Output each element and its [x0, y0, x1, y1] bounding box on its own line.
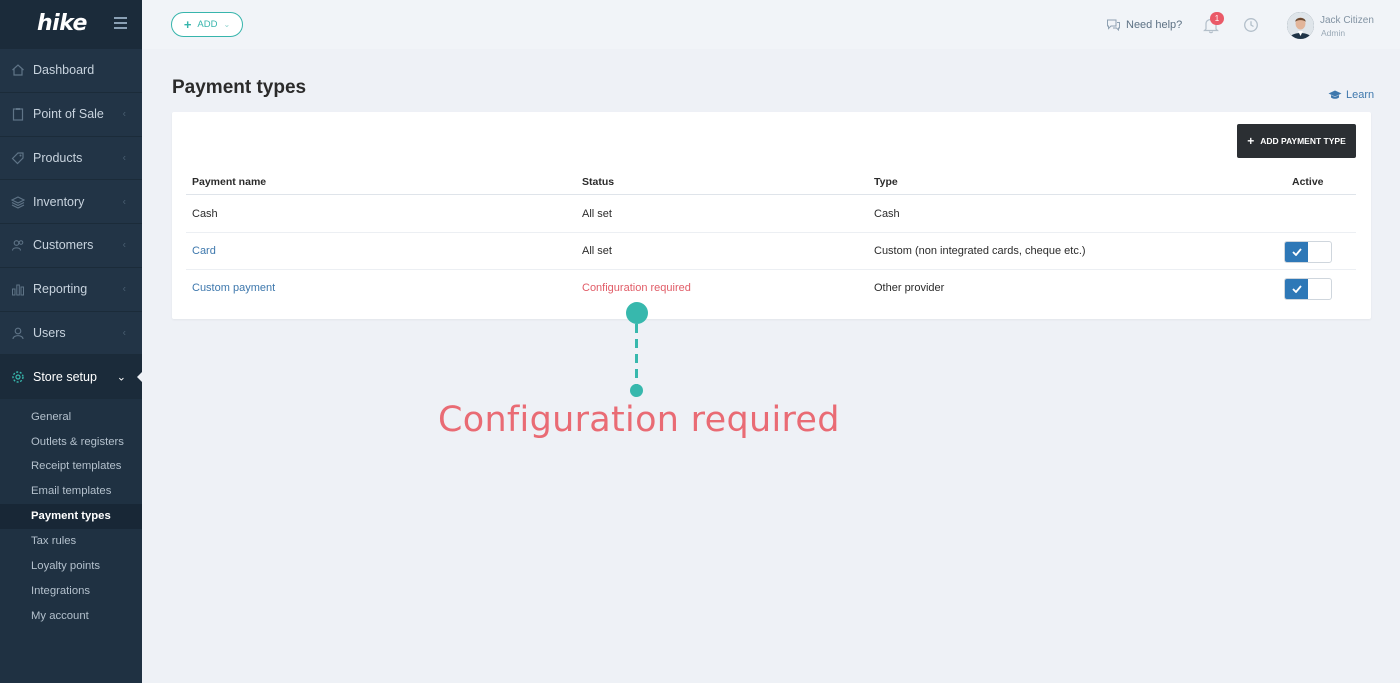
- add-dropdown-button[interactable]: + ADD ⌄: [171, 12, 243, 37]
- subnav-item-loyalty-points[interactable]: Loyalty points: [0, 554, 142, 579]
- sidebar-item-label: Customers: [33, 238, 94, 253]
- sidebar-item-reporting[interactable]: Reporting ‹: [0, 267, 142, 312]
- sidebar-item-label: Point of Sale: [33, 107, 104, 122]
- check-icon: [1285, 242, 1308, 262]
- chevron-down-icon: ⌄: [116, 371, 126, 384]
- chevron-down-icon: ⌄: [223, 20, 231, 29]
- annotation-dot: [626, 302, 648, 324]
- subnav-item-receipt-templates[interactable]: Receipt templates: [0, 454, 142, 479]
- annotation-end-dot: [630, 384, 643, 397]
- sidebar-item-point-of-sale[interactable]: Point of Sale ‹: [0, 92, 142, 137]
- payment-name-link[interactable]: Card: [192, 233, 216, 270]
- table-row[interactable]: Card All set Custom (non integrated card…: [186, 233, 1356, 270]
- sidebar-item-label: Products: [33, 150, 83, 165]
- sidebar-nav: Dashboard Point of Sale ‹ Products ‹ Inv…: [0, 49, 142, 400]
- graduation-cap-icon: [1328, 90, 1342, 99]
- subnav-item-my-account[interactable]: My account: [0, 603, 142, 628]
- sidebar-item-label: Store setup: [33, 369, 97, 384]
- tag-icon: [11, 151, 25, 165]
- payment-types-card: + ADD PAYMENT TYPE Payment name Status T…: [172, 112, 1371, 319]
- chevron-left-icon: ‹: [122, 239, 126, 251]
- learn-label: Learn: [1346, 89, 1375, 101]
- column-header-type: Type: [874, 176, 898, 188]
- table-row[interactable]: Cash All set Cash: [186, 196, 1356, 233]
- table-row[interactable]: Custom payment Configuration required Ot…: [186, 270, 1356, 307]
- page-title: Payment types: [172, 77, 307, 98]
- clipboard-icon: [11, 107, 25, 121]
- add-button-label: ADD: [197, 19, 218, 30]
- user-role: Admin: [1321, 28, 1346, 38]
- subnav-item-general[interactable]: General: [0, 404, 142, 429]
- column-header-active: Active: [1292, 176, 1324, 188]
- active-toggle[interactable]: [1284, 241, 1332, 263]
- users-icon: [11, 238, 25, 252]
- user-icon: [11, 326, 25, 340]
- sidebar-item-inventory[interactable]: Inventory ‹: [0, 180, 142, 224]
- sidebar-item-label: Reporting: [33, 282, 88, 297]
- top-bar: + ADD ⌄ Need help? 1 Jack Citizen Admin: [142, 0, 1400, 49]
- annotation-dashed-line: [635, 324, 638, 386]
- column-header-status: Status: [582, 176, 615, 188]
- check-icon: [1285, 279, 1308, 299]
- plus-icon: +: [1247, 134, 1255, 148]
- notification-count-badge: 1: [1210, 12, 1224, 25]
- sidebar-item-products[interactable]: Products ‹: [0, 136, 142, 181]
- sidebar-header: hike: [0, 0, 142, 49]
- chevron-left-icon: ‹: [122, 327, 126, 339]
- annotation-text: Configuration required: [438, 400, 840, 440]
- sidebar-item-label: Dashboard: [33, 63, 95, 78]
- user-avatar[interactable]: [1287, 12, 1314, 39]
- user-name: Jack Citizen: [1320, 15, 1374, 26]
- sidebar-item-label: Inventory: [33, 194, 85, 209]
- sidebar-item-customers[interactable]: Customers ‹: [0, 224, 142, 268]
- need-help-label: Need help?: [1126, 18, 1183, 31]
- sidebar-item-store-setup[interactable]: Store setup ⌄: [0, 355, 142, 400]
- status-cell: All set: [582, 208, 612, 220]
- header-divider: [186, 194, 1356, 195]
- hike-logo[interactable]: hike: [37, 11, 87, 36]
- store-setup-subnav: General Outlets & registers Receipt temp…: [0, 399, 142, 629]
- need-help-link[interactable]: Need help?: [1106, 18, 1182, 31]
- subnav-item-outlets-registers[interactable]: Outlets & registers: [0, 429, 142, 454]
- type-cell: Custom (non integrated cards, cheque etc…: [874, 245, 1086, 257]
- hamburger-menu-icon[interactable]: [114, 17, 127, 29]
- layers-icon: [11, 195, 25, 209]
- bar-chart-icon: [11, 282, 25, 296]
- gear-icon: [11, 370, 25, 384]
- sidebar-item-dashboard[interactable]: Dashboard: [0, 49, 142, 93]
- sidebar-item-label: Users: [33, 325, 66, 340]
- chevron-left-icon: ‹: [122, 196, 126, 208]
- payment-name-link[interactable]: Custom payment: [192, 270, 275, 307]
- chevron-left-icon: ‹: [122, 108, 126, 120]
- payment-name-cell: Cash: [192, 208, 218, 220]
- add-payment-type-label: ADD PAYMENT TYPE: [1260, 136, 1346, 146]
- column-header-payment-name: Payment name: [192, 176, 267, 188]
- sidebar-item-users[interactable]: Users ‹: [0, 311, 142, 356]
- subnav-item-payment-types[interactable]: Payment types: [0, 503, 142, 529]
- clock-icon[interactable]: [1243, 17, 1259, 33]
- chevron-left-icon: ‹: [122, 152, 126, 164]
- status-cell: All set: [582, 245, 612, 257]
- type-cell: Other provider: [874, 282, 945, 294]
- type-cell: Cash: [874, 208, 900, 220]
- add-payment-type-button[interactable]: + ADD PAYMENT TYPE: [1237, 124, 1356, 158]
- subnav-item-integrations[interactable]: Integrations: [0, 578, 142, 603]
- subnav-item-tax-rules[interactable]: Tax rules: [0, 529, 142, 554]
- active-toggle[interactable]: [1284, 278, 1332, 300]
- chevron-left-icon: ‹: [122, 283, 126, 295]
- subnav-item-email-templates[interactable]: Email templates: [0, 479, 142, 504]
- plus-icon: +: [183, 17, 192, 32]
- chat-bubble-icon: [1107, 19, 1120, 31]
- home-icon: [11, 63, 25, 77]
- learn-link[interactable]: Learn: [1328, 89, 1374, 101]
- sidebar: hike Dashboard Point of Sale ‹ Products …: [0, 0, 142, 683]
